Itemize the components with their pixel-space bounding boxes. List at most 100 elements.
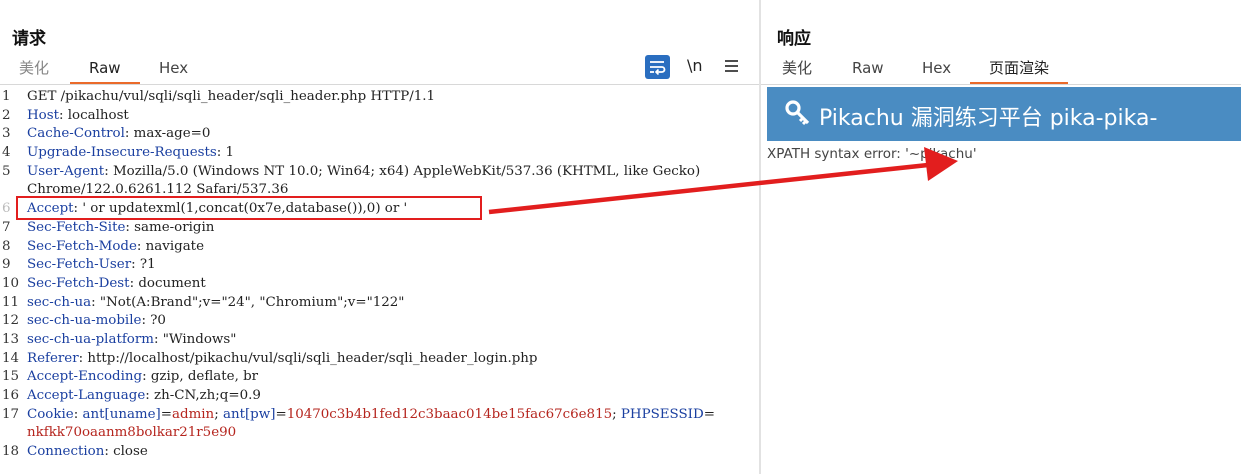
header-name: Host bbox=[27, 107, 59, 123]
line-number: 15 bbox=[2, 369, 20, 385]
key-icon bbox=[785, 100, 811, 130]
request-line[interactable]: 7 Sec-Fetch-Site: same-origin bbox=[0, 219, 745, 238]
request-line[interactable]: 18 Connection: close bbox=[0, 443, 745, 462]
request-line[interactable]: 8 Sec-Fetch-Mode: navigate bbox=[0, 238, 745, 257]
line-content: Sec-Fetch-Site: same-origin bbox=[27, 219, 214, 238]
line-number: 4 bbox=[2, 145, 11, 161]
line-number: 11 bbox=[2, 294, 20, 310]
header-name: Sec-Fetch-Dest bbox=[27, 275, 130, 291]
line-content: Sec-Fetch-User: ?1 bbox=[27, 256, 156, 275]
request-line[interactable]: 14 Referer: http://localhost/pikachu/vul/… bbox=[0, 350, 745, 369]
line-content: nkfkk70oaanm8bolkar21r5e90 bbox=[27, 424, 236, 443]
header-text: : 1 bbox=[216, 145, 235, 161]
line-number: 14 bbox=[2, 350, 20, 366]
line-number: 9 bbox=[2, 257, 11, 273]
header-name: Upgrade-Insecure-Requests bbox=[27, 145, 217, 161]
response-tab-render[interactable]: 页面渲染 bbox=[970, 58, 1069, 85]
header-text: : close bbox=[104, 444, 148, 460]
line-content: sec-ch-ua-platform: "Windows" bbox=[27, 331, 236, 350]
header-text: : zh-CN,zh;q=0.9 bbox=[145, 388, 261, 403]
request-tab-pretty[interactable]: 美化 bbox=[19, 58, 49, 82]
error-message: XPATH syntax error: '~pikachu' bbox=[767, 146, 977, 162]
request-line[interactable]: 3 Cache-Control: max-age=0 bbox=[0, 125, 745, 144]
request-line[interactable]: 16 Accept-Language: zh-CN,zh;q=0.9 bbox=[0, 387, 745, 406]
line-number: 5 bbox=[2, 163, 11, 179]
cookie-name: ant[pw] bbox=[222, 406, 276, 422]
line-content: Connection: close bbox=[27, 443, 148, 462]
response-header-divider bbox=[761, 84, 1241, 85]
request-line[interactable]: nkfkk70oaanm8bolkar21r5e90 bbox=[0, 424, 745, 443]
header-text: : navigate bbox=[136, 238, 204, 254]
request-line[interactable]: 1 GET /pikachu/vul/sqli/sqli_header/sqli_… bbox=[0, 88, 745, 107]
pane-divider[interactable] bbox=[759, 0, 761, 474]
line-content: Sec-Fetch-Dest: document bbox=[27, 275, 206, 294]
header-text: : localhost bbox=[59, 107, 129, 123]
line-number: 7 bbox=[2, 219, 11, 235]
request-line[interactable]: 4 Upgrade-Insecure-Requests: 1 bbox=[0, 144, 745, 163]
request-editor[interactable]: 1 GET /pikachu/vul/sqli/sqli_header/sqli_… bbox=[0, 88, 745, 462]
header-name: Cache-Control bbox=[27, 126, 125, 142]
line-content: Sec-Fetch-Mode: navigate bbox=[27, 238, 204, 257]
line-content: GET /pikachu/vul/sqli/sqli_header/sqli_h… bbox=[27, 88, 435, 107]
line-number: 12 bbox=[2, 313, 20, 329]
line-content: Referer: http://localhost/pikachu/vul/sq… bbox=[27, 350, 537, 369]
request-line[interactable]: 13 sec-ch-ua-platform: "Windows" bbox=[0, 331, 745, 350]
request-tab-hex[interactable]: Hex bbox=[159, 58, 188, 82]
show-newlines-button[interactable]: \n bbox=[687, 56, 703, 75]
header-text: = bbox=[275, 406, 287, 422]
header-name: Sec-Fetch-User bbox=[27, 257, 132, 273]
request-line[interactable]: 10 Sec-Fetch-Dest: document bbox=[0, 275, 745, 294]
hamburger-menu-icon bbox=[725, 60, 738, 72]
line-content: Upgrade-Insecure-Requests: 1 bbox=[27, 144, 234, 163]
line-content: Cache-Control: max-age=0 bbox=[27, 125, 210, 144]
line-content: Accept-Language: zh-CN,zh;q=0.9 bbox=[27, 387, 261, 406]
line-number: 3 bbox=[2, 126, 11, 142]
response-tab-pretty[interactable]: 美化 bbox=[782, 58, 812, 82]
wrap-lines-button[interactable] bbox=[645, 55, 670, 79]
header-name: Sec-Fetch-Mode bbox=[27, 238, 137, 254]
line-number: 8 bbox=[2, 238, 11, 254]
response-tab-raw[interactable]: Raw bbox=[852, 58, 884, 82]
banner-title: Pikachu 漏洞练习平台 pika-pika- bbox=[819, 106, 1158, 131]
header-name: Accept-Language bbox=[27, 388, 146, 403]
line-content: sec-ch-ua-mobile: ?0 bbox=[27, 312, 166, 331]
header-text: : "Not(A:Brand";v="24", "Chromium";v="12… bbox=[91, 294, 405, 310]
cookie-value: 10470c3b4b1fed12c3baac014be15fac67c6e815 bbox=[286, 406, 613, 422]
line-number: 17 bbox=[2, 406, 20, 422]
cookie-name: PHPSESSID bbox=[620, 406, 704, 422]
line-content: Cookie: ant[uname]=admin; ant[pw]=10470c… bbox=[27, 406, 715, 425]
header-text: : Mozilla/5.0 (Windows NT 10.0; Win64; x… bbox=[104, 163, 701, 179]
request-line[interactable]: 2 Host: localhost bbox=[0, 107, 745, 126]
header-text: : ?0 bbox=[141, 313, 166, 329]
header-name: Sec-Fetch-Site bbox=[27, 219, 126, 235]
request-line[interactable]: 11 sec-ch-ua: "Not(A:Brand";v="24", "Chro… bbox=[0, 294, 745, 313]
header-name: Cookie bbox=[27, 406, 74, 422]
request-title: 请求 bbox=[12, 29, 46, 49]
header-text: : max-age=0 bbox=[124, 126, 211, 142]
header-name: Referer bbox=[27, 350, 79, 366]
header-text: ; bbox=[612, 406, 621, 422]
header-name: User-Agent bbox=[27, 163, 105, 179]
request-line[interactable]: 5 User-Agent: Mozilla/5.0 (Windows NT 10.… bbox=[0, 163, 745, 182]
wrap-lines-icon bbox=[650, 61, 666, 75]
header-name: sec-ch-ua-mobile bbox=[27, 313, 142, 329]
header-text: : same-origin bbox=[125, 219, 215, 235]
cookie-value: nkfkk70oaanm8bolkar21r5e90 bbox=[27, 425, 237, 441]
rendered-banner: Pikachu 漏洞练习平台 pika-pika- bbox=[767, 87, 1241, 141]
request-line[interactable]: 12 sec-ch-ua-mobile: ?0 bbox=[0, 312, 745, 331]
response-tab-hex[interactable]: Hex bbox=[922, 58, 951, 82]
line-number: 2 bbox=[2, 107, 11, 123]
cookie-value: admin bbox=[172, 406, 215, 422]
menu-button[interactable] bbox=[724, 58, 739, 77]
request-tab-raw[interactable]: Raw bbox=[70, 58, 140, 85]
line-number: 16 bbox=[2, 388, 20, 403]
header-text: : "Windows" bbox=[153, 331, 237, 347]
header-text: : http://localhost/pikachu/vul/sqli/sqli… bbox=[78, 350, 538, 366]
line-number: 10 bbox=[2, 275, 20, 291]
request-line[interactable]: 15 Accept-Encoding: gzip, deflate, br bbox=[0, 368, 745, 387]
cookie-name: ant[uname] bbox=[82, 406, 161, 422]
header-text: : ?1 bbox=[131, 257, 156, 273]
request-header-divider bbox=[0, 84, 759, 85]
request-line[interactable]: 17 Cookie: ant[uname]=admin; ant[pw]=1047… bbox=[0, 406, 745, 425]
request-line[interactable]: 9 Sec-Fetch-User: ?1 bbox=[0, 256, 745, 275]
